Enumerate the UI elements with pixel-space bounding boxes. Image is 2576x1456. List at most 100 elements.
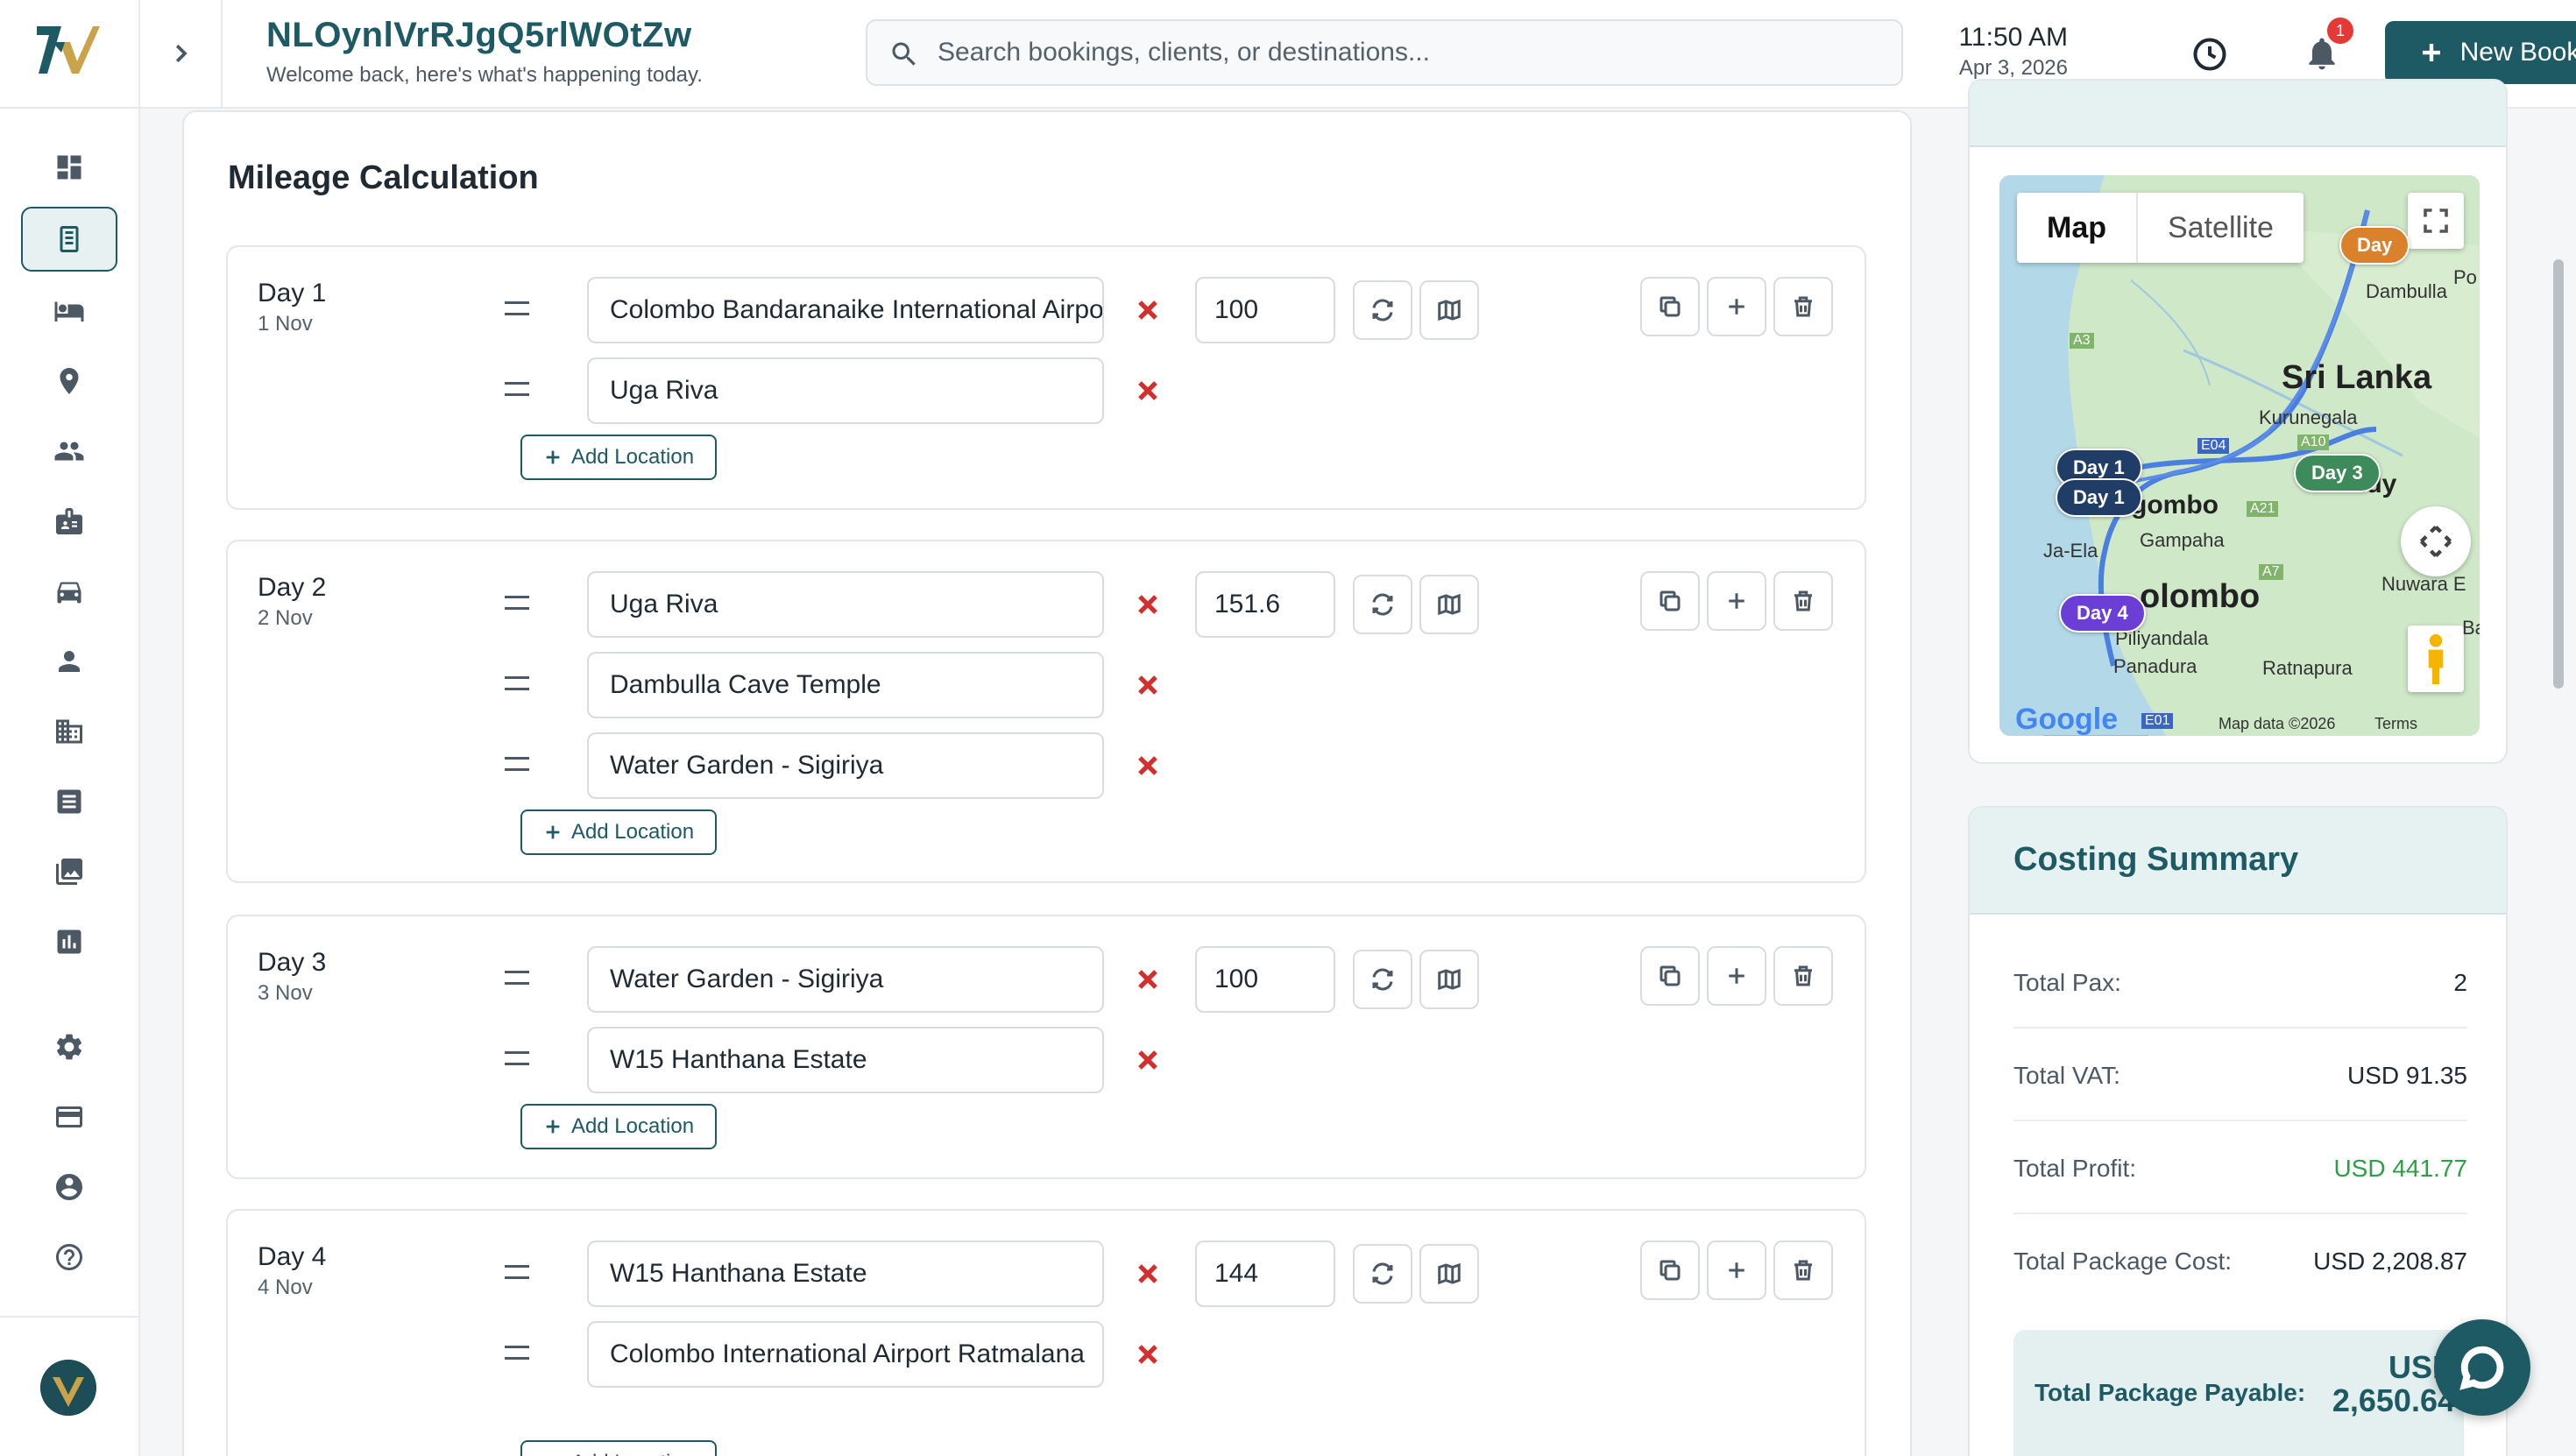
delete-day-button[interactable]	[1773, 277, 1833, 336]
recalculate-button[interactable]	[1353, 280, 1412, 340]
app-logo[interactable]	[35, 23, 102, 77]
sidebar-item-profile[interactable]	[21, 1155, 117, 1219]
remove-location-button[interactable]	[1132, 589, 1164, 620]
map-tab-satellite[interactable]: Satellite	[2138, 193, 2304, 263]
plus-icon	[1729, 1262, 1744, 1278]
location-input[interactable]: Water Garden - Sigiriya	[587, 732, 1104, 799]
add-location-button[interactable]: Add Location	[520, 809, 717, 855]
fullscreen-button[interactable]	[2408, 193, 2464, 249]
sidebar-item-users[interactable]	[21, 629, 117, 694]
location-input[interactable]: Uga Riva	[587, 571, 1104, 638]
badge-icon	[56, 508, 82, 534]
plus-icon	[1729, 299, 1744, 315]
add-day-button[interactable]	[1707, 1240, 1766, 1300]
map-label-sri-lanka: Sri Lanka	[2282, 359, 2432, 396]
drag-handle-icon[interactable]	[505, 1346, 529, 1363]
sidebar-item-vehicles[interactable]	[21, 559, 117, 624]
duplicate-day-button[interactable]	[1640, 946, 1700, 1006]
pan-arrows-icon	[2419, 525, 2452, 558]
map-marker-day-4[interactable]: Day 4	[2059, 594, 2146, 633]
drag-handle-icon[interactable]	[505, 596, 529, 613]
drag-handle-icon[interactable]	[505, 1051, 529, 1069]
sidebar-item-reports[interactable]	[21, 909, 117, 974]
delete-day-button[interactable]	[1773, 1240, 1833, 1300]
remove-location-button[interactable]	[1132, 375, 1164, 406]
cost-row-total-pax: Total Pax: 2	[2013, 937, 2467, 1028]
duplicate-day-button[interactable]	[1640, 1240, 1700, 1300]
search-input[interactable]	[938, 21, 1884, 84]
sidebar-toggle-button[interactable]	[140, 0, 223, 107]
delete-day-button[interactable]	[1773, 571, 1833, 631]
chat-bubble-icon	[2459, 1346, 2504, 1390]
map-pan-control[interactable]	[2401, 506, 2471, 576]
cost-label: Total VAT:	[2013, 1062, 2120, 1089]
map-marker-day-1[interactable]: Day 1	[2056, 478, 2142, 517]
remove-location-button[interactable]	[1132, 750, 1164, 781]
map-marker-day-3[interactable]: Day 3	[2294, 454, 2381, 492]
view-map-button[interactable]	[1419, 280, 1479, 340]
duplicate-day-button[interactable]	[1640, 277, 1700, 336]
location-input[interactable]: Colombo Bandaranaike International Airpo…	[587, 277, 1104, 343]
distance-input[interactable]: 151.6	[1195, 571, 1335, 638]
drag-handle-icon[interactable]	[505, 757, 529, 774]
location-input[interactable]: Dambulla Cave Temple	[587, 652, 1104, 718]
sidebar-item-locations[interactable]	[21, 349, 117, 413]
view-map-button[interactable]	[1419, 575, 1479, 634]
drag-handle-icon[interactable]	[505, 301, 529, 319]
add-day-button[interactable]	[1707, 277, 1766, 336]
location-input[interactable]: W15 Hanthana Estate	[587, 1240, 1104, 1307]
add-location-button[interactable]: Add Location	[520, 435, 717, 480]
route-map[interactable]: Map Satellite Sri Lanka Dambulla Kuruneg…	[1999, 175, 2480, 736]
drag-handle-icon[interactable]	[505, 676, 529, 694]
add-location-button[interactable]: Add Location	[520, 1440, 717, 1456]
page-scrollbar[interactable]	[2553, 259, 2564, 689]
recalculate-button[interactable]	[1353, 950, 1412, 1009]
street-view-pegman[interactable]	[2408, 626, 2464, 692]
view-map-button[interactable]	[1419, 1244, 1479, 1304]
sidebar-item-companies[interactable]	[21, 699, 117, 764]
chat-button[interactable]	[2434, 1319, 2530, 1416]
location-input[interactable]: Uga Riva	[587, 357, 1104, 424]
map-terms-link[interactable]: Terms	[2374, 715, 2417, 733]
sidebar-item-bookings[interactable]	[21, 207, 117, 272]
map-label-ratnapura: Ratnapura	[2262, 657, 2353, 679]
drag-handle-icon[interactable]	[505, 1265, 529, 1283]
location-input[interactable]: Water Garden - Sigiriya	[587, 946, 1104, 1013]
history-clock-icon[interactable]	[2190, 35, 2229, 74]
new-booking-button[interactable]: New Booking	[2385, 21, 2576, 84]
remove-location-button[interactable]	[1132, 294, 1164, 326]
close-icon	[1138, 300, 1157, 320]
location-input[interactable]: Colombo International Airport Ratmalana	[587, 1321, 1104, 1388]
distance-input[interactable]: 100	[1195, 946, 1335, 1013]
distance-input[interactable]: 144	[1195, 1240, 1335, 1307]
view-map-button[interactable]	[1419, 950, 1479, 1009]
drag-handle-icon[interactable]	[505, 382, 529, 399]
add-day-button[interactable]	[1707, 946, 1766, 1006]
sidebar-item-payments[interactable]	[21, 1085, 117, 1149]
recalculate-button[interactable]	[1353, 1244, 1412, 1304]
add-location-button[interactable]: Add Location	[520, 1104, 717, 1149]
map-marker-day[interactable]: Day	[2339, 226, 2410, 265]
map-tab-map[interactable]: Map	[2017, 193, 2138, 263]
sidebar-item-invoices[interactable]	[21, 769, 117, 834]
remove-location-button[interactable]	[1132, 1044, 1164, 1076]
remove-location-button[interactable]	[1132, 964, 1164, 995]
recalculate-button[interactable]	[1353, 575, 1412, 634]
distance-input[interactable]: 100	[1195, 277, 1335, 343]
location-input[interactable]: W15 Hanthana Estate	[587, 1027, 1104, 1093]
delete-day-button[interactable]	[1773, 946, 1833, 1006]
remove-location-button[interactable]	[1132, 1258, 1164, 1290]
sidebar-item-settings[interactable]	[21, 1014, 117, 1079]
drag-handle-icon[interactable]	[505, 971, 529, 988]
sidebar-item-hotels[interactable]	[21, 279, 117, 343]
sidebar-item-clients[interactable]	[21, 419, 117, 484]
avatar[interactable]	[40, 1360, 96, 1416]
add-day-button[interactable]	[1707, 571, 1766, 631]
remove-location-button[interactable]	[1132, 669, 1164, 701]
sidebar-item-help[interactable]	[21, 1225, 117, 1290]
sidebar-item-dashboard[interactable]	[21, 135, 117, 200]
duplicate-day-button[interactable]	[1640, 571, 1700, 631]
sidebar-item-guides[interactable]	[21, 489, 117, 554]
remove-location-button[interactable]	[1132, 1339, 1164, 1370]
sidebar-item-gallery[interactable]	[21, 839, 117, 904]
